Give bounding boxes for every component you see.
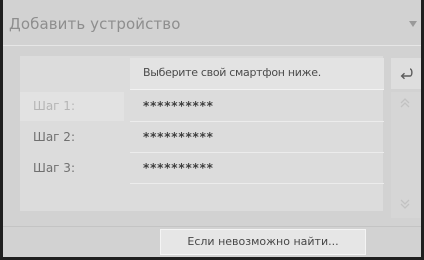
step-label: Шаг 1: bbox=[33, 99, 75, 113]
step-label-cell: Шаг 2: bbox=[20, 123, 124, 152]
page-title: Добавить устройство bbox=[9, 15, 181, 33]
back-button[interactable] bbox=[391, 58, 421, 89]
row-divider bbox=[130, 121, 384, 122]
signal-icon bbox=[409, 21, 417, 27]
double-chevron-down-icon[interactable] bbox=[398, 197, 412, 211]
step-value: ********** bbox=[143, 161, 214, 175]
step-label-cell: Шаг 3: bbox=[20, 154, 124, 183]
screen-frame-left bbox=[0, 0, 3, 260]
back-arrow-icon bbox=[400, 68, 413, 80]
step-label: Шаг 2: bbox=[33, 130, 75, 144]
instruction-bar: Выберите свой смартфон ниже. bbox=[130, 58, 384, 90]
instruction-text: Выберите свой смартфон ниже. bbox=[143, 66, 321, 79]
step-labels-column: Шаг 1: Шаг 2: Шаг 3: bbox=[20, 92, 124, 186]
cannot-find-button-label: Если невозможно найти... bbox=[187, 235, 339, 248]
double-chevron-up-icon[interactable] bbox=[398, 96, 412, 110]
title-divider bbox=[3, 45, 421, 46]
row-divider bbox=[130, 152, 384, 153]
step-value: ********** bbox=[143, 130, 214, 144]
cannot-find-button[interactable]: Если невозможно найти... bbox=[160, 229, 366, 255]
add-device-screen: Добавить устройство Выберите свой смартф… bbox=[0, 0, 424, 260]
step-label-cell: Шаг 1: bbox=[20, 92, 124, 121]
step-value: ********** bbox=[143, 99, 214, 113]
step-label: Шаг 3: bbox=[33, 161, 75, 175]
footer-divider bbox=[3, 226, 421, 227]
row-divider bbox=[130, 183, 384, 184]
